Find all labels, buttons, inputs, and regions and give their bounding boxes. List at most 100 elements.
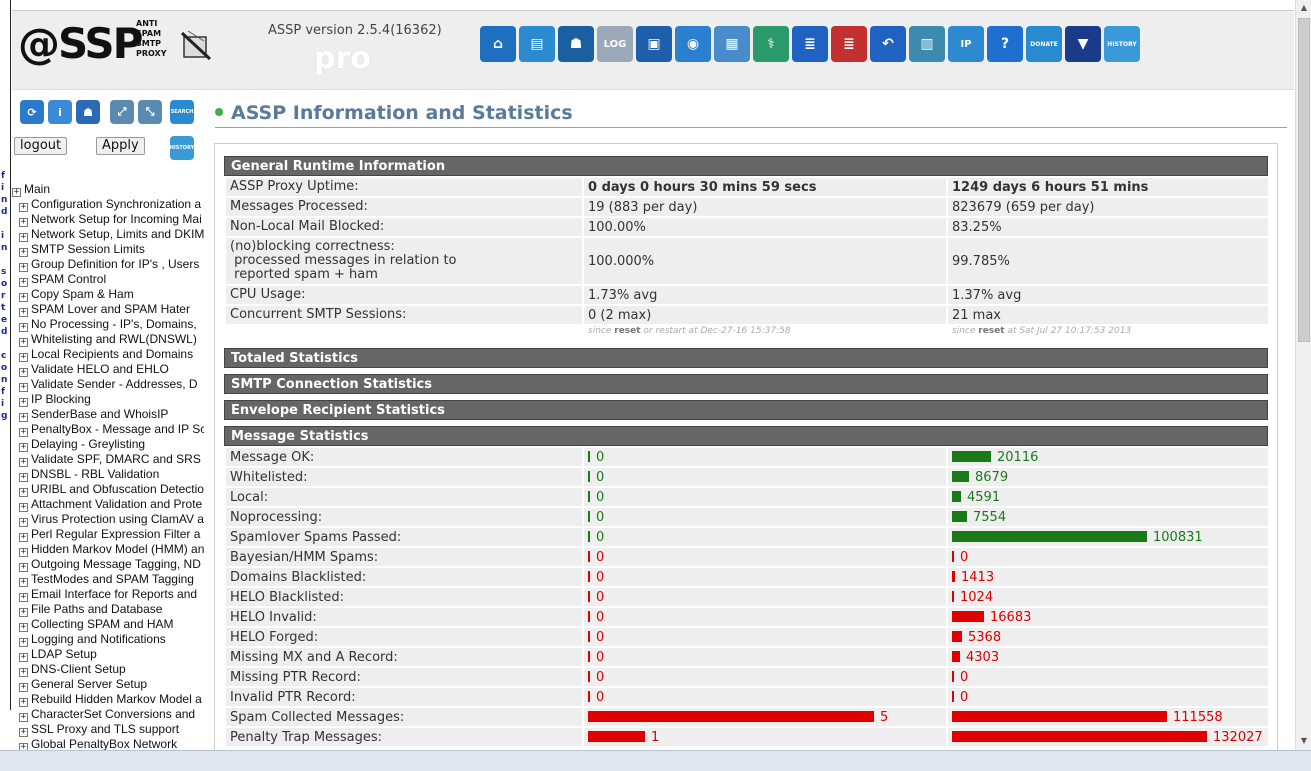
expand-icon[interactable]: + — [19, 473, 28, 482]
expand-icon[interactable]: + — [19, 698, 28, 707]
expand-icon[interactable]: + — [19, 743, 28, 750]
calendar-icon[interactable]: ▦ — [714, 26, 750, 62]
tree-item[interactable]: + Main — [12, 182, 204, 197]
ip-icon[interactable]: IP — [948, 26, 984, 62]
reset-link[interactable]: reset — [614, 326, 640, 336]
tree-item[interactable]: + Validate HELO and EHLO — [12, 362, 204, 377]
notebook-red-icon[interactable]: ≣ — [831, 26, 867, 62]
user-settings-icon[interactable]: ☗ — [558, 26, 594, 62]
tree-item[interactable]: + Attachment Validation and Prote — [12, 497, 204, 512]
expand-icon[interactable]: + — [19, 668, 28, 677]
tree-item[interactable]: + Validate SPF, DMARC and SRS — [12, 452, 204, 467]
expand-icon[interactable]: + — [19, 623, 28, 632]
tree-item[interactable]: + File Paths and Database — [12, 602, 204, 617]
section-smtp-connection[interactable]: SMTP Connection Statistics — [224, 374, 1268, 394]
expand-icon[interactable]: + — [19, 443, 28, 452]
home-icon[interactable]: ⌂ — [480, 26, 516, 62]
tree-item[interactable]: + SenderBase and WhoisIP — [12, 407, 204, 422]
expand-icon[interactable]: + — [19, 518, 28, 527]
expand-icon[interactable]: + — [19, 308, 28, 317]
expand-icon[interactable]: + — [19, 398, 28, 407]
refresh-icon[interactable]: ⟳ — [20, 100, 44, 124]
log-icon[interactable]: LOG — [597, 26, 633, 62]
document-icon[interactable]: ▤ — [519, 26, 555, 62]
vertical-scrollbar[interactable]: ▲ ▼ — [1295, 0, 1311, 750]
expand-icon[interactable]: + — [19, 428, 28, 437]
expand-icon[interactable]: + — [19, 248, 28, 257]
expand-icon[interactable]: + — [19, 323, 28, 332]
expand-icon[interactable]: + — [19, 548, 28, 557]
tree-item[interactable]: + Perl Regular Expression Filter a — [12, 527, 204, 542]
tree-item[interactable]: + SPAM Control — [12, 272, 204, 287]
expand-icon[interactable]: + — [19, 638, 28, 647]
view-report-icon[interactable]: ▣ — [636, 26, 672, 62]
tree-item[interactable]: + Collecting SPAM and HAM — [12, 617, 204, 632]
tree-item[interactable]: + Global PenaltyBox Network — [12, 737, 204, 750]
expand-icon[interactable]: + — [19, 203, 28, 212]
mail-analyzer-icon[interactable]: ◉ — [675, 26, 711, 62]
tree-item[interactable]: + TestModes and SPAM Tagging — [12, 572, 204, 587]
info-icon[interactable]: i — [48, 100, 72, 124]
section-totaled-statistics[interactable]: Totaled Statistics — [224, 348, 1268, 368]
expand-icon[interactable]: + — [19, 683, 28, 692]
health-check-icon[interactable]: ⚕ — [753, 26, 789, 62]
section-general-runtime[interactable]: General Runtime Information — [224, 156, 1268, 176]
logout-button[interactable]: logout — [14, 137, 68, 155]
manual-icon[interactable]: ▥ — [909, 26, 945, 62]
tree-item[interactable]: + Local Recipients and Domains — [12, 347, 204, 362]
tree-item[interactable]: + Network Setup for Incoming Mai — [12, 212, 204, 227]
tree-item[interactable]: + Rebuild Hidden Markov Model a — [12, 692, 204, 707]
tree-item[interactable]: + Virus Protection using ClamAV a — [12, 512, 204, 527]
expand-icon[interactable]: + — [19, 578, 28, 587]
history-icon[interactable]: HISTORY — [1104, 26, 1140, 62]
tree-item[interactable]: + DNS-Client Setup — [12, 662, 204, 677]
user-icon[interactable]: ☗ — [76, 100, 100, 124]
tree-item[interactable]: + CharacterSet Conversions and — [12, 707, 204, 722]
expand-icon[interactable]: + — [19, 293, 28, 302]
collapse-icon[interactable]: ⤡ — [138, 100, 162, 124]
expand-icon[interactable]: + — [19, 338, 28, 347]
expand-icon[interactable]: + — [19, 608, 28, 617]
scroll-down-icon[interactable]: ▼ — [1299, 736, 1309, 746]
expand-icon[interactable]: + — [19, 713, 28, 722]
expand-icon[interactable]: ⤢ — [110, 100, 134, 124]
section-envelope-recipient[interactable]: Envelope Recipient Statistics — [224, 400, 1268, 420]
expand-icon[interactable]: + — [19, 653, 28, 662]
tree-item[interactable]: + URIBL and Obfuscation Detectio — [12, 482, 204, 497]
tree-item[interactable]: + No Processing - IP's, Domains, — [12, 317, 204, 332]
tree-item[interactable]: + Outgoing Message Tagging, ND — [12, 557, 204, 572]
tree-item[interactable]: + PenaltyBox - Message and IP Sc — [12, 422, 204, 437]
scroll-up-icon[interactable]: ▲ — [1299, 3, 1309, 13]
expand-icon[interactable]: + — [19, 728, 28, 737]
donate-icon[interactable]: DONATE — [1026, 26, 1062, 62]
tree-item[interactable]: + Logging and Notifications — [12, 632, 204, 647]
expand-icon[interactable]: + — [19, 218, 28, 227]
tree-item[interactable]: + SPAM Lover and SPAM Hater — [12, 302, 204, 317]
tree-item[interactable]: + Group Definition for IP's , Users — [12, 257, 204, 272]
expand-icon[interactable]: + — [19, 458, 28, 467]
tree-item[interactable]: + Copy Spam & Ham — [12, 287, 204, 302]
expand-icon[interactable]: + — [19, 278, 28, 287]
tree-item[interactable]: + SMTP Session Limits — [12, 242, 204, 257]
tree-item[interactable]: + Hidden Markov Model (HMM) an — [12, 542, 204, 557]
tree-item[interactable]: + Network Setup, Limits and DKIM — [12, 227, 204, 242]
expand-icon[interactable]: + — [19, 533, 28, 542]
tree-item[interactable]: + IP Blocking — [12, 392, 204, 407]
expand-icon[interactable]: + — [19, 563, 28, 572]
reset-link[interactable]: reset — [978, 326, 1004, 336]
tree-item[interactable]: + Delaying - Greylisting — [12, 437, 204, 452]
save-icon[interactable]: ▼ — [1065, 26, 1101, 62]
expand-icon[interactable]: + — [19, 353, 28, 362]
expand-icon[interactable]: + — [19, 488, 28, 497]
search-icon[interactable]: SEARCH — [170, 100, 194, 124]
tree-item[interactable]: + SSL Proxy and TLS support — [12, 722, 204, 737]
expand-icon[interactable]: + — [12, 188, 21, 197]
help-icon[interactable]: ? — [987, 26, 1023, 62]
expand-icon[interactable]: + — [19, 593, 28, 602]
expand-icon[interactable]: + — [19, 263, 28, 272]
scrollbar-thumb[interactable] — [1298, 18, 1310, 342]
expand-icon[interactable]: + — [19, 368, 28, 377]
section-message-statistics[interactable]: Message Statistics — [224, 426, 1268, 446]
expand-icon[interactable]: + — [19, 503, 28, 512]
undo-restart-icon[interactable]: ↶ — [870, 26, 906, 62]
